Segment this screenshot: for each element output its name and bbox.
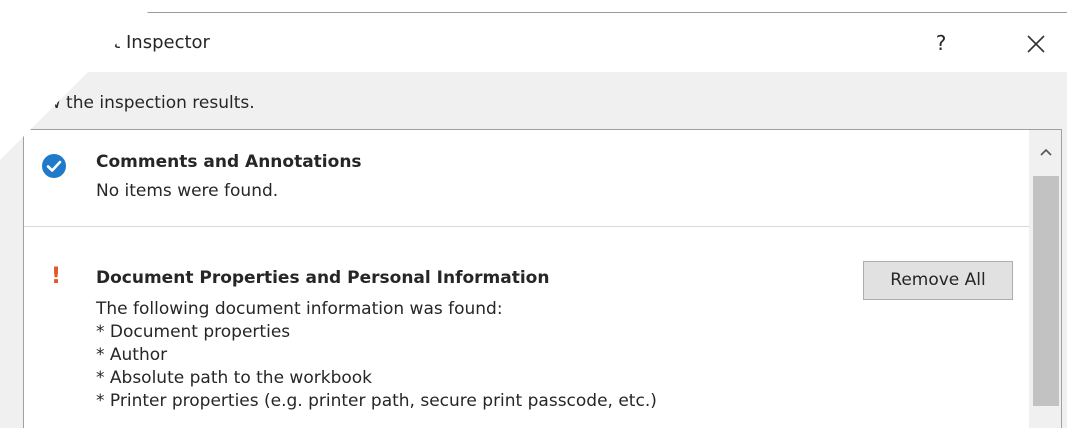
result-line: * Document properties: [96, 322, 291, 342]
help-button[interactable]: ?: [926, 25, 956, 61]
result-item-comments: Comments and Annotations No items were f…: [24, 130, 1029, 227]
result-line: * Absolute path to the workbook: [96, 368, 373, 388]
exclamation-icon: !: [51, 264, 62, 289]
result-line: The following document information was f…: [96, 299, 503, 319]
inspection-results-list[interactable]: Comments and Annotations No items were f…: [23, 129, 1062, 428]
scroll-up-button[interactable]: [1029, 142, 1061, 172]
result-line: * Author: [96, 345, 168, 365]
result-line: * Printer properties (e.g. printer path,…: [96, 391, 657, 411]
dialog-titlebar: Document Inspector ?: [0, 13, 1067, 72]
chevron-up-icon: [1039, 148, 1052, 156]
vertical-scrollbar[interactable]: [1029, 130, 1061, 428]
result-title: Document Properties and Personal Informa…: [96, 268, 550, 288]
result-line: No items were found.: [96, 181, 279, 201]
scrollbar-thumb[interactable]: [1033, 176, 1059, 406]
document-inspector-dialog: Document Inspector ? Review the inspecti…: [0, 12, 1067, 428]
result-description: No items were found.: [96, 180, 278, 203]
close-icon: [1027, 34, 1045, 53]
close-button[interactable]: [1018, 25, 1054, 61]
remove-all-button[interactable]: Remove All: [863, 261, 1013, 300]
corner-cutout: [0, 0, 160, 160]
result-description: The following document information was f…: [96, 298, 657, 413]
result-item-document-properties: ! Document Properties and Personal Infor…: [24, 227, 1029, 428]
